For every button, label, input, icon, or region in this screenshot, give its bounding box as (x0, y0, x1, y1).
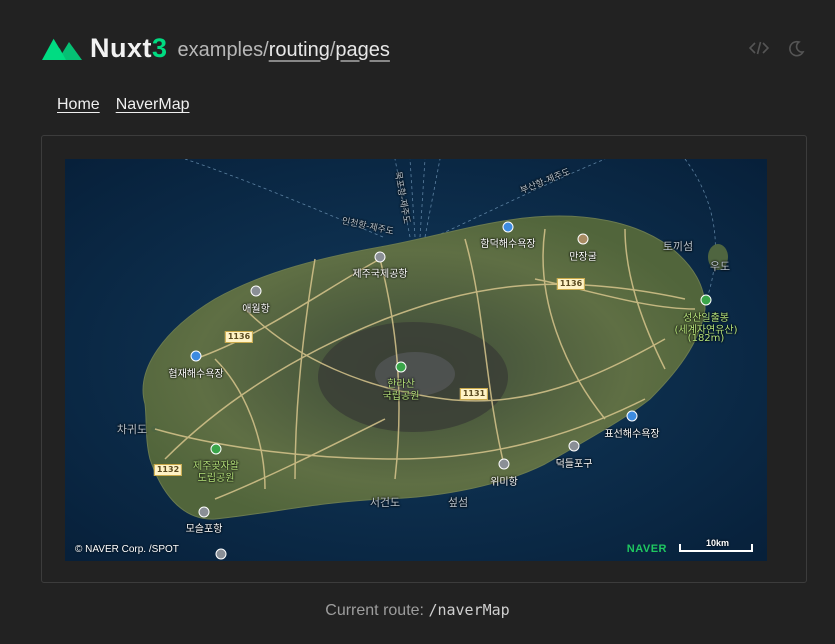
harbor-marker-icon[interactable] (250, 285, 262, 297)
naver-map[interactable]: 1136 1136 1131 1132 함덕해수욕장 제주국제공항 만장굴 애월… (65, 159, 767, 561)
page-nav: Home NaverMap (57, 96, 190, 114)
logo-wordmark: Nuxt3 (90, 32, 168, 63)
map-label-hamdeok[interactable]: 함덕해수욕장 (480, 235, 535, 250)
map-label-chagwido: 차귀도 (116, 423, 148, 436)
beach-marker-icon[interactable] (502, 221, 514, 233)
map-label-hallasan-sub: 국립공원 (382, 391, 420, 402)
map-label-pyoseon[interactable]: 표선해수욕장 (604, 425, 659, 440)
road-shield: 1132 (153, 464, 183, 476)
beach-marker-icon[interactable] (190, 350, 202, 362)
map-label-seogeondo: 서건도 (369, 496, 401, 509)
naver-logo[interactable]: NAVER (627, 543, 667, 555)
map-label-udo: 우도 (709, 260, 731, 273)
map-label-deokdeul[interactable]: 덕들포구 (556, 455, 593, 470)
app-header: Nuxt3 examples/ routing / pages (40, 28, 390, 68)
current-route: Current route: /naverMap (0, 601, 835, 620)
route-label: Current route: (325, 602, 424, 619)
map-label-tokkiseom: 토끼섬 (662, 240, 694, 253)
airport-marker-icon[interactable] (374, 251, 386, 263)
code-icon[interactable] (748, 40, 770, 63)
road-shield: 1131 (459, 388, 489, 400)
mountain-marker-icon[interactable] (700, 294, 712, 306)
route-path: /naverMap (428, 601, 510, 619)
breadcrumb: examples/ routing / pages (178, 35, 390, 62)
map-label-aewol[interactable]: 애월항 (242, 300, 270, 315)
breadcrumb-prefix: examples/ (177, 38, 269, 61)
map-satellite-image (65, 159, 767, 561)
nav-link-navermap[interactable]: NaverMap (116, 96, 190, 114)
nuxt-mountain-icon (42, 37, 82, 60)
map-label-manjanggul[interactable]: 만장굴 (569, 248, 597, 263)
map-label-moseulpo[interactable]: 모슬포항 (186, 520, 223, 535)
breadcrumb-pages[interactable]: pages (335, 39, 390, 62)
nuxt-logo[interactable]: Nuxt3 (40, 33, 168, 64)
road-shield: 1136 (224, 331, 254, 343)
harbor-marker-icon[interactable] (568, 440, 580, 452)
harbor-marker-icon[interactable] (215, 548, 227, 560)
nav-link-home[interactable]: Home (57, 96, 100, 114)
breadcrumb-routing[interactable]: routing (269, 39, 330, 62)
map-label-wimi[interactable]: 위미항 (490, 473, 518, 488)
map-label-seopseom: 섶섬 (447, 496, 469, 509)
road-shield: 1136 (556, 278, 586, 290)
moon-icon[interactable] (787, 40, 805, 63)
header-actions (748, 40, 805, 63)
map-scale-bar (679, 544, 753, 552)
harbor-marker-icon[interactable] (498, 458, 510, 470)
map-label-jeju-park-sub: 도립공원 (197, 473, 235, 484)
map-label-seongsan-height: (182m) (687, 333, 725, 344)
map-label-hyeopjae[interactable]: 협재해수욕장 (168, 365, 223, 380)
park-marker-icon[interactable] (395, 361, 407, 373)
cave-marker-icon[interactable] (577, 233, 589, 245)
map-label-airport[interactable]: 제주국제공항 (352, 265, 407, 280)
beach-marker-icon[interactable] (626, 410, 638, 422)
map-copyright: © NAVER Corp. /SPOT (75, 544, 179, 555)
park-marker-icon[interactable] (210, 443, 222, 455)
harbor-marker-icon[interactable] (198, 506, 210, 518)
